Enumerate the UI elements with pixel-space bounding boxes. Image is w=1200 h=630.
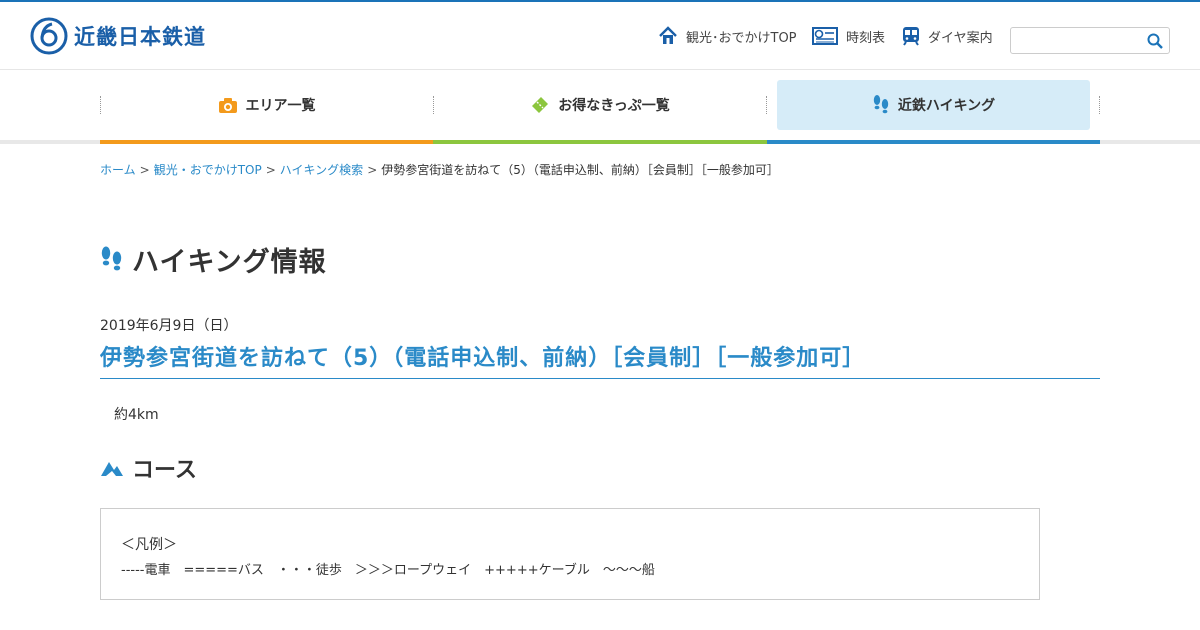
breadcrumb-current: 伊勢参宮街道を訪ねて（5）（電話申込制、前納）［会員制］［一般参加可］ xyxy=(381,163,779,177)
breadcrumb-separator: > xyxy=(367,163,378,177)
timetable-icon xyxy=(812,27,838,45)
site-header: 近畿日本鉄道 観光･おでかけTOP 時刻表 ダイヤ案内 xyxy=(0,2,1200,70)
gnav-underline-ticket xyxy=(433,140,767,144)
event-distance: 約4km xyxy=(114,407,159,423)
camera-icon xyxy=(218,97,237,113)
gnav-underline-area xyxy=(100,140,433,144)
train-icon xyxy=(903,27,919,46)
logo-text: 近畿日本鉄道 xyxy=(74,25,206,49)
search-icon[interactable] xyxy=(1146,32,1164,50)
util-link-tourism-top[interactable]: 観光･おでかけTOP xyxy=(658,26,797,46)
event-title: 伊勢参宮街道を訪ねて（5）（電話申込制、前納）［会員制］［一般参加可］ xyxy=(100,340,1100,379)
breadcrumb-separator: > xyxy=(265,163,276,177)
util-link-dia[interactable]: ダイヤ案内 xyxy=(902,26,993,46)
search-input[interactable] xyxy=(1015,31,1143,50)
legend-heading: ＜凡例＞ xyxy=(121,537,177,553)
gnav-item-label: お得なきっぷ一覧 xyxy=(558,98,670,114)
breadcrumb: ホーム > 観光・おでかけTOP > ハイキング検索 > 伊勢参宮街道を訪ねて（5）（電話申… xyxy=(100,161,779,178)
site-search xyxy=(1010,27,1170,54)
page-title-block: ハイキング情報 xyxy=(100,240,327,279)
course-title: コース xyxy=(132,458,197,483)
course-heading-block: コース xyxy=(100,452,197,484)
ticket-icon xyxy=(532,97,549,113)
breadcrumb-separator: > xyxy=(139,163,150,177)
util-link-label: 時刻表 xyxy=(846,30,886,46)
breadcrumb-link-tourism-top[interactable]: 観光・おでかけTOP xyxy=(154,163,262,177)
course-legend-box: ＜凡例＞ -----電車 =====バス ・・・徒歩 ＞＞＞ロープウェイ +++… xyxy=(100,508,1040,600)
home-icon xyxy=(659,26,677,44)
gnav-divider xyxy=(1099,96,1100,114)
util-link-label: ダイヤ案内 xyxy=(928,30,993,46)
footprints-icon xyxy=(101,246,122,270)
site-logo[interactable]: 近畿日本鉄道 xyxy=(30,17,206,55)
event-date: 2019年6月9日（日） xyxy=(100,318,238,334)
page-title: ハイキング情報 xyxy=(132,247,327,278)
breadcrumb-link-hiking-search[interactable]: ハイキング検索 xyxy=(280,163,363,177)
gnav-item-label: 近鉄ハイキング xyxy=(897,98,996,114)
breadcrumb-link-home[interactable]: ホーム xyxy=(100,163,136,177)
util-link-label: 観光･おでかけTOP xyxy=(686,30,797,46)
kintetsu-logo-icon xyxy=(30,17,68,55)
util-link-timetable[interactable]: 時刻表 xyxy=(812,26,885,46)
gnav-item-hiking[interactable]: 近鉄ハイキング xyxy=(777,80,1090,130)
mountain-icon xyxy=(101,462,123,476)
gnav-item-label: エリア一覧 xyxy=(245,98,316,114)
gnav-item-area-list[interactable]: エリア一覧 xyxy=(100,80,433,130)
legend-line: -----電車 =====バス ・・・徒歩 ＞＞＞ロープウェイ +++++ケーブ… xyxy=(121,563,655,578)
gnav-underline-hiking xyxy=(767,140,1100,144)
footprints-icon xyxy=(873,95,889,114)
gnav-item-ticket-list[interactable]: お得なきっぷ一覧 xyxy=(433,80,767,130)
gnav-divider xyxy=(766,96,767,114)
